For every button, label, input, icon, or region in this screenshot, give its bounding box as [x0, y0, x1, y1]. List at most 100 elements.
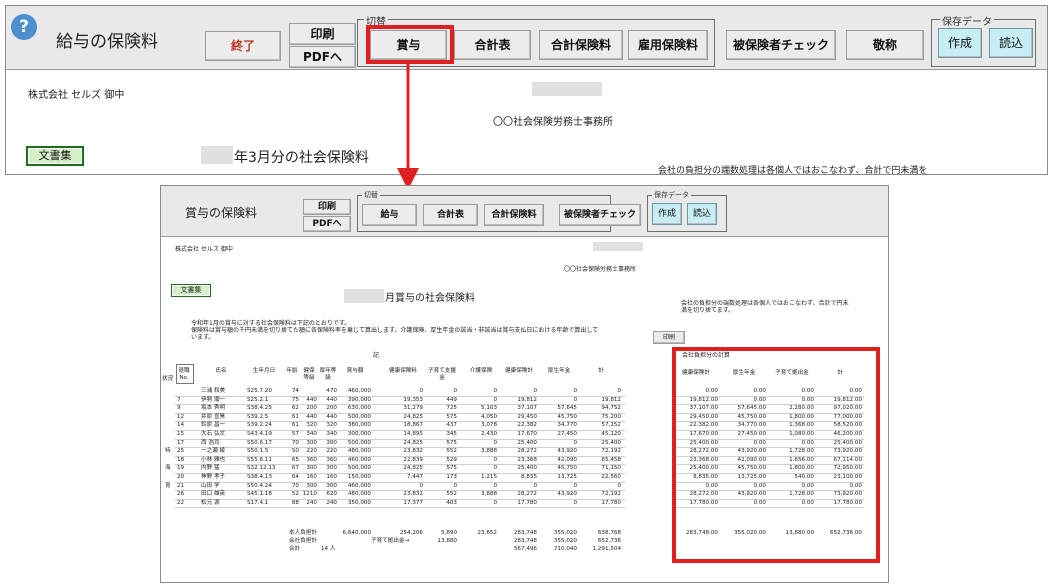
table-header: 年齢 [286, 368, 298, 374]
table-cell: 552 [446, 491, 457, 498]
table-cell: S25.2.1 [247, 396, 269, 403]
bonus-total-table-button[interactable]: 合計表 [423, 204, 478, 226]
table-cell: 9 [177, 405, 181, 412]
table-cell: 70 [291, 482, 299, 489]
table-cell: 34,770 [557, 422, 577, 429]
table-cell: 22 [177, 499, 185, 506]
table-cell: 0 [453, 482, 457, 489]
exit-button[interactable]: 終了 [205, 31, 281, 61]
table-cell: 18,867 [403, 422, 423, 429]
table-cell: 630,000 [347, 405, 371, 412]
table-cell: 田口 雄英 [201, 491, 226, 498]
table-cell: 61 [291, 422, 299, 429]
print-button[interactable]: 印刷 [289, 23, 356, 45]
page-heading: 年3月分の社会保険料 [234, 150, 369, 166]
table-cell: 72,192 [601, 448, 621, 455]
table-cell: 0 [493, 465, 497, 472]
page-title: 給与の保険料 [56, 32, 158, 52]
table-cell: 360 [326, 456, 337, 463]
honorific-button[interactable]: 敬称 [846, 30, 924, 60]
table-cell: 61 [291, 413, 299, 420]
bonus-small-print-button[interactable]: 印刷 [653, 331, 685, 344]
table-cell: 13,725 [557, 474, 577, 480]
table-cell: 18 [177, 456, 185, 463]
pdf-button[interactable]: PDFへ [289, 46, 356, 68]
table-cell: 0 [533, 482, 537, 489]
table-cell: 300 [306, 482, 317, 489]
table-cell: 25 [177, 448, 185, 455]
bonus-switch-label: 切替 [362, 190, 380, 200]
arrow-down-icon [397, 60, 419, 190]
table-cell: 坂本 秀明 [201, 405, 226, 412]
bonus-bunsho-button[interactable]: 文書集 [171, 284, 211, 297]
total-table-button[interactable]: 合計表 [454, 30, 531, 60]
table-cell: 62 [291, 405, 299, 412]
bonus-office-name: 〇〇社会保険労務士事務所 [564, 266, 637, 273]
table-cell: 0 [533, 388, 537, 394]
table-cell: 350,000 [347, 499, 371, 506]
table-cell: 75,200 [601, 413, 621, 420]
bonus-save-label: 保存データ [652, 190, 691, 200]
total-insurance-button[interactable]: 合計保険料 [539, 30, 623, 60]
table-cell: 150,000 [347, 474, 371, 480]
table-cell: 28,272 [517, 491, 537, 498]
table-cell: 42,090 [557, 456, 577, 463]
table-cell: 0 [493, 439, 497, 446]
totals-label: 本人負担計 [289, 530, 317, 537]
table-cell: 70 [291, 439, 299, 446]
table-cell: 25,400 [601, 439, 621, 446]
bunsho-button[interactable]: 文書集 [26, 146, 84, 166]
load-button[interactable]: 読込 [989, 28, 1033, 58]
table-cell: 24,825 [403, 439, 423, 446]
table-cell: 21 [177, 482, 185, 489]
table-cell: 0 [453, 388, 457, 394]
table-cell: 23,368 [517, 456, 537, 463]
table-cell: 29,450 [517, 413, 537, 420]
table-cell: S32.12.13 [247, 465, 276, 472]
bonus-total-insurance-button[interactable]: 合計保険料 [484, 204, 544, 226]
table-cell: 45,750 [557, 465, 577, 472]
bonus-intro-line3: います。 [191, 334, 215, 341]
table-cell: 440 [306, 413, 317, 420]
salary-button[interactable]: 給与 [362, 204, 417, 226]
table-cell: 神野 孝子 [201, 474, 226, 480]
bonus-insured-check-button[interactable]: 被保険者チェック [559, 204, 641, 226]
bonus-print-button[interactable]: 印刷 [303, 199, 351, 215]
table-cell: 鈴原 昌一 [201, 422, 226, 429]
bonus-pdf-button[interactable]: PDFへ [303, 216, 351, 232]
insured-check-button[interactable]: 被保険者チェック [726, 30, 836, 60]
table-cell: 67 [291, 465, 299, 472]
help-icon[interactable]: ? [11, 14, 37, 40]
table-cell: 0 [573, 388, 577, 394]
table-cell: 0 [493, 499, 497, 506]
table-cell: 220 [326, 448, 337, 455]
table-cell: 320 [306, 422, 317, 429]
status-mark: 海 [165, 465, 171, 472]
table-cell: 160 [326, 474, 337, 480]
table-cell: 240 [326, 499, 337, 506]
table-cell: 57,152 [601, 422, 621, 429]
table-row-line [175, 507, 625, 509]
table-header: 氏名 [215, 368, 227, 374]
table-cell: S17.4.1 [247, 499, 269, 506]
table-cell: 200 [326, 405, 337, 412]
table-cell: 0 [573, 482, 577, 489]
table-cell: 19,812 [601, 396, 621, 403]
table-cell: S38.4.13 [247, 474, 272, 480]
office-name: 〇〇社会保険労務士事務所 [493, 117, 613, 128]
bonus-create-button[interactable]: 作成 [652, 203, 682, 225]
table-cell: 17,780 [601, 499, 621, 506]
table-cell: 160 [306, 474, 317, 480]
table-cell: 50 [291, 448, 299, 455]
create-button[interactable]: 作成 [938, 28, 982, 58]
table-cell: 71,150 [601, 465, 621, 472]
table-cell: S45.1.18 [247, 491, 272, 498]
bonus-load-button[interactable]: 読込 [687, 203, 717, 225]
table-cell: 480,000 [347, 491, 371, 498]
table-header: 健康保険計 [505, 368, 533, 374]
table-cell: 300 [326, 465, 337, 472]
table-cell: 440 [326, 413, 337, 420]
table-cell: 2,430 [480, 431, 497, 437]
employment-insurance-button[interactable]: 雇用保険料 [628, 30, 708, 60]
table-cell: 52 [291, 491, 299, 498]
